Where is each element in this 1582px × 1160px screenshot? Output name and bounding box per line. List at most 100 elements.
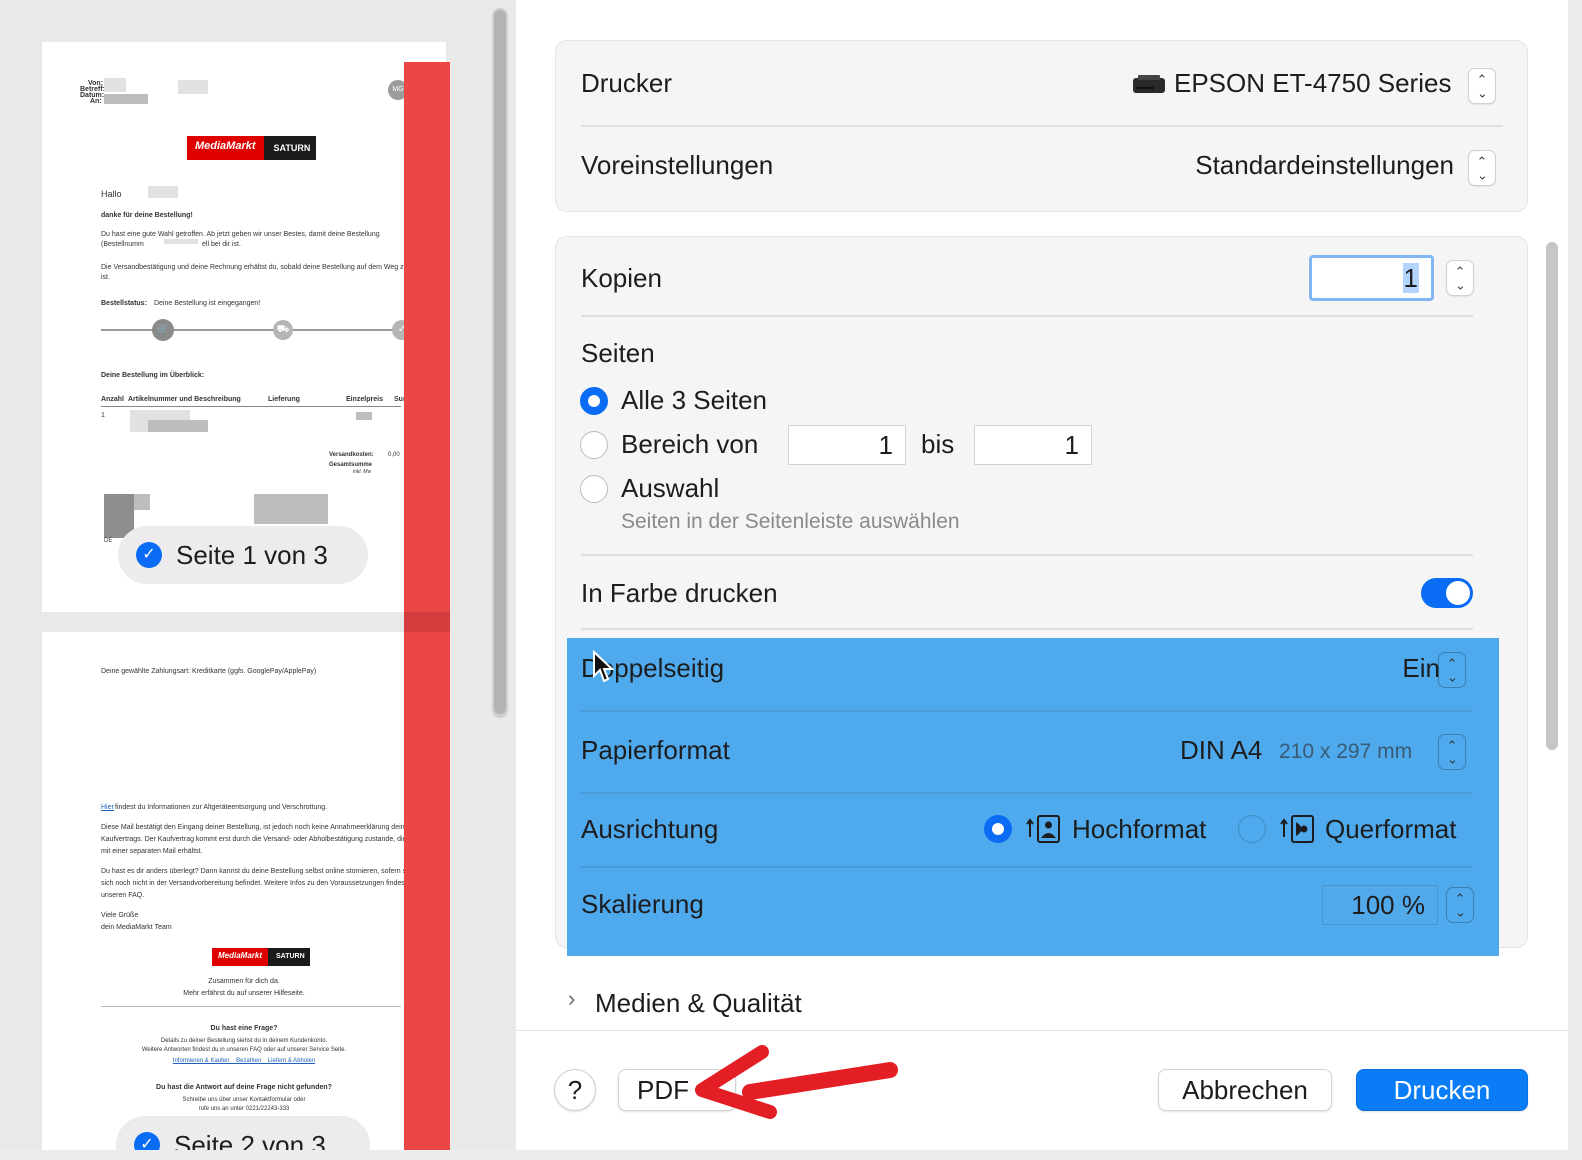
scale-stepper[interactable]: ⌃ ⌃: [1446, 887, 1474, 923]
duplex-popup-chevron-icon[interactable]: ⌃ ⌃: [1438, 652, 1466, 688]
pages-all-label: Alle 3 Seiten: [621, 385, 767, 415]
shipping-value: 0,00: [388, 452, 400, 458]
redacted-image: [134, 494, 150, 510]
paper-divider: [581, 792, 1473, 794]
orientation-landscape-radio[interactable]: [1238, 815, 1266, 843]
portrait-orientation-icon: [1026, 815, 1062, 843]
redacted-block: [104, 78, 126, 92]
row-qty: 1: [101, 412, 105, 419]
annotation-arrow-icon: [690, 1040, 910, 1120]
duplex-value[interactable]: Ein: [1366, 653, 1440, 684]
printer-value[interactable]: EPSON ET-4750 Series: [1174, 68, 1451, 99]
truck-icon: ⛟: [273, 320, 293, 340]
tagline-1: Zusammen für dich da.: [208, 978, 280, 985]
preview-page-1[interactable]: Von: Betreff: Datum: An: MG MediaMarkt SA…: [42, 42, 446, 612]
orientation-portrait-radio[interactable]: [984, 815, 1012, 843]
print-button[interactable]: Drucken: [1356, 1069, 1528, 1111]
preview-pane[interactable]: Von: Betreff: Datum: An: MG MediaMarkt SA…: [0, 0, 516, 1150]
vat-note: inkl. Mw: [353, 469, 372, 475]
mouse-cursor-icon: [592, 649, 615, 684]
status-label: Bestellstatus:: [101, 300, 147, 307]
paper-label: Papierformat: [581, 735, 730, 765]
paragraph-1-line-1: Du hast eine gute Wahl getroffen. Ab jet…: [101, 231, 380, 238]
pages-range-to-label: bis: [921, 429, 955, 459]
not-found-line-2: rufe uns an unter 0221/22243-333: [198, 1106, 290, 1112]
scale-input[interactable]: 100 %: [1322, 885, 1438, 925]
cancel-info-line-1: Du hast es dir anders überlegt? Dann kan…: [101, 868, 412, 875]
presets-value[interactable]: Standardeinstellungen: [1184, 150, 1454, 181]
total-label: Gesamtsumme: [329, 462, 373, 468]
question-title: Du hast eine Frage?: [210, 1025, 278, 1032]
paragraph-1-line-2: (Bestellnumm: [101, 241, 144, 248]
table-header-delivery: Lieferung: [268, 396, 300, 403]
redacted-block: [178, 80, 208, 94]
printer-label: Drucker: [581, 68, 673, 98]
pages-selection-hint: Seiten in der Seitenleiste auswählen: [621, 510, 960, 533]
pages-divider: [581, 554, 1473, 556]
redacted-block: [104, 94, 148, 104]
chevron-right-icon[interactable]: ›: [568, 986, 575, 1012]
page-1-label: Seite 1 von 3: [176, 539, 328, 570]
paper-detail: 210 x 297 mm: [1279, 740, 1413, 763]
media-quality-label[interactable]: Medien & Qualität: [595, 988, 802, 1019]
thanks-line: danke für deine Bestellung!: [101, 212, 193, 219]
email-header-to: An:: [90, 98, 102, 105]
presets-popup-chevron-icon[interactable]: ⌃ ⌃: [1468, 150, 1496, 186]
legal-line-3: mit einer separaten Mail erhältst.: [101, 848, 203, 855]
color-label: In Farbe drucken: [581, 578, 778, 608]
paragraph-2-line-2: ist.: [101, 274, 110, 281]
payment-line: Deine gewählte Zahlungsart: Kreditkarte …: [101, 668, 317, 675]
cancel-button[interactable]: Abbrechen: [1158, 1069, 1332, 1111]
cart-icon: 🛒: [152, 319, 174, 341]
printer-icon: [1132, 73, 1166, 95]
greeting: Hallo: [101, 189, 122, 199]
mediamarkt-saturn-logo: MediaMarkt SATURN: [187, 136, 317, 160]
pages-label: Seiten: [581, 338, 655, 368]
cancel-info-line-2: sich noch nicht in der Versandvorbereitu…: [101, 880, 413, 887]
shipping-label: Versandkosten:: [329, 452, 374, 458]
paper-value[interactable]: DIN A4: [1180, 735, 1262, 766]
table-header-article: Artikelnummer und Beschreibung: [128, 396, 241, 403]
closing-line-2: dein MediaMarkt Team: [101, 924, 172, 931]
printer-popup-chevron-icon[interactable]: ⌃ ⌃: [1468, 68, 1496, 104]
checkmark-icon: ✓: [136, 542, 162, 568]
pages-selection-radio[interactable]: [580, 475, 608, 503]
preview-scrollbar[interactable]: [492, 8, 508, 718]
paper-popup-chevron-icon[interactable]: ⌃ ⌃: [1438, 734, 1466, 770]
not-found-title: Du hast die Antwort auf deine Frage nich…: [156, 1084, 332, 1091]
info-link: Hier: [101, 804, 114, 811]
not-found-line-1: Schreibe uns über unser Kontaktformular …: [182, 1097, 306, 1103]
redacted-price: [356, 412, 372, 420]
presets-label: Voreinstellungen: [581, 150, 774, 180]
window-edge: [1568, 0, 1582, 1160]
overview-title: Deine Bestellung im Überblick:: [101, 372, 205, 379]
redacted-name: [148, 186, 178, 198]
pages-selection-label: Auswahl: [621, 473, 720, 503]
question-line-2: Weitere Antworten findest du in unseren …: [141, 1047, 347, 1053]
color-toggle[interactable]: [1421, 578, 1473, 608]
pages-all-radio[interactable]: [580, 387, 608, 415]
orientation-landscape-label: Querformat: [1325, 814, 1457, 844]
pages-range-label: Bereich von: [621, 429, 759, 459]
redacted-image: [254, 494, 328, 524]
table-header-price: Einzelpreis: [346, 396, 383, 403]
question-links: Informieren & Kaufen Bezahlen Liefern & …: [172, 1058, 316, 1064]
page-2-divider: [101, 1006, 401, 1007]
settings-scrollbar[interactable]: [1544, 240, 1562, 760]
help-button[interactable]: ?: [554, 1069, 596, 1111]
paragraph-1-line-2b: ell bei dir ist.: [202, 241, 241, 248]
preview-page-2[interactable]: Deine gewählte Zahlungsart: Kreditkarte …: [42, 632, 446, 1150]
status-text: Deine Bestellung ist eingegangen!: [154, 300, 261, 307]
pages-range-to-input[interactable]: 1: [974, 425, 1092, 465]
copies-input[interactable]: 1: [1309, 255, 1434, 301]
page-2-selected-badge[interactable]: ✓ Seite 2 von 3: [116, 1116, 370, 1150]
checkmark-icon: ✓: [134, 1132, 160, 1150]
paragraph-2-line-1: Die Versandbestätigung und deine Rechnun…: [101, 264, 408, 271]
copies-stepper[interactable]: ⌃ ⌃: [1446, 260, 1474, 296]
redaction-bar: [404, 62, 450, 1150]
legal-line-1: Diese Mail bestätigt den Eingang deiner …: [101, 824, 412, 831]
pages-range-radio[interactable]: [580, 431, 608, 459]
page-1-selected-badge[interactable]: ✓ Seite 1 von 3: [118, 526, 368, 584]
pages-range-from-input[interactable]: 1: [788, 425, 906, 465]
orientation-portrait-label: Hochformat: [1072, 814, 1207, 844]
